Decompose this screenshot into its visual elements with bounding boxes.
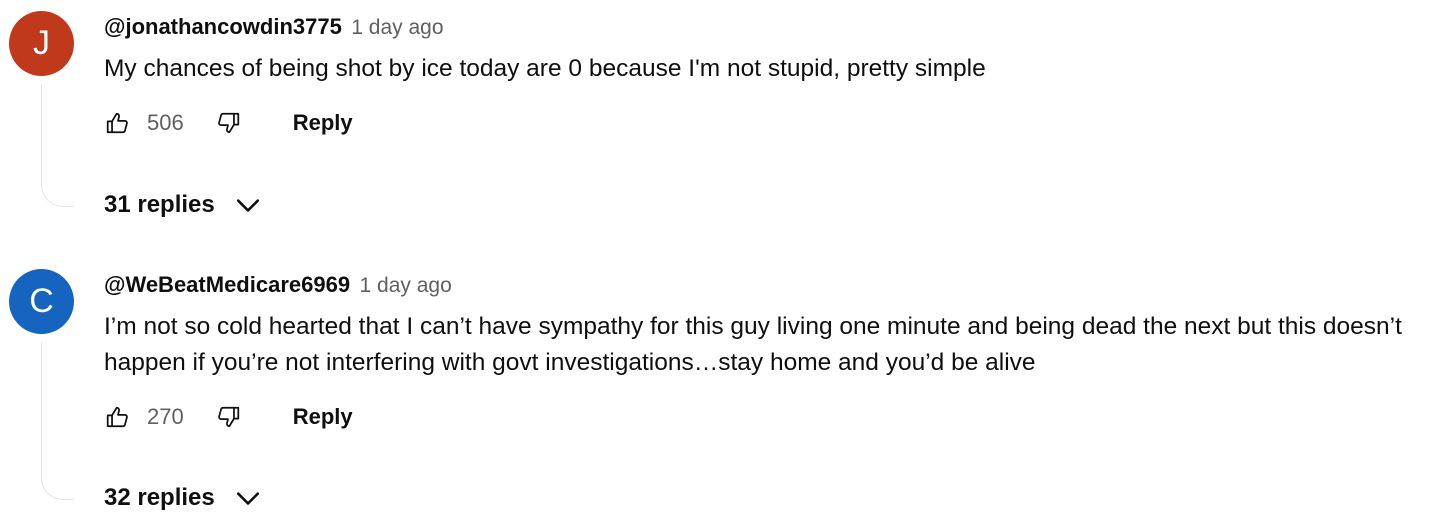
comment-author[interactable]: @jonathancowdin3775 [104,14,342,39]
comment-text: I’m not so cold hearted that I can’t hav… [104,309,1456,381]
thumb-up-icon [106,112,128,134]
dislike-button[interactable] [214,109,242,137]
comment-thread: C @WeBeatMedicare6969 1 day ago I’m not … [0,258,1456,518]
like-button[interactable] [104,109,132,137]
reply-button[interactable]: Reply [293,404,353,430]
comment-thread: J @jonathancowdin3775 1 day ago My chanc… [0,0,1456,260]
view-replies-button[interactable]: 31 replies [104,191,262,219]
view-replies-button[interactable]: 32 replies [104,484,262,512]
comment-header: @jonathancowdin3775 1 day ago [104,13,444,44]
thumb-up-icon [106,406,128,428]
comment-text: My chances of being shot by ice today ar… [104,51,1456,87]
thumb-down-icon [217,406,239,428]
dislike-button[interactable] [214,403,242,431]
avatar[interactable]: C [9,269,74,334]
chevron-down-icon [234,191,262,219]
comment-header: @WeBeatMedicare6969 1 day ago [104,271,452,302]
like-count: 506 [147,110,184,135]
like-button[interactable] [104,403,132,431]
comment-author[interactable]: @WeBeatMedicare6969 [104,272,350,297]
comment-timestamp[interactable]: 1 day ago [360,274,452,297]
comment-timestamp[interactable]: 1 day ago [351,16,443,39]
like-count: 270 [147,404,184,429]
replies-count-label: 31 replies [104,191,215,218]
chevron-down-icon [234,484,262,512]
comment-text-line: My chances of being shot by ice today ar… [104,55,986,82]
thumb-down-icon [217,112,239,134]
comment-actions: 506 Reply [104,107,353,139]
reply-button[interactable]: Reply [293,110,353,136]
avatar[interactable]: J [9,11,74,76]
comment-actions: 270 Reply [104,401,353,433]
comment-text-line: I’m not so cold hearted that I can’t hav… [104,313,1402,340]
comment-text-line: happen if you’re not interfering with go… [104,349,1036,376]
thread-connector-line [41,342,74,500]
thread-connector-line [41,84,74,207]
replies-count-label: 32 replies [104,484,215,511]
